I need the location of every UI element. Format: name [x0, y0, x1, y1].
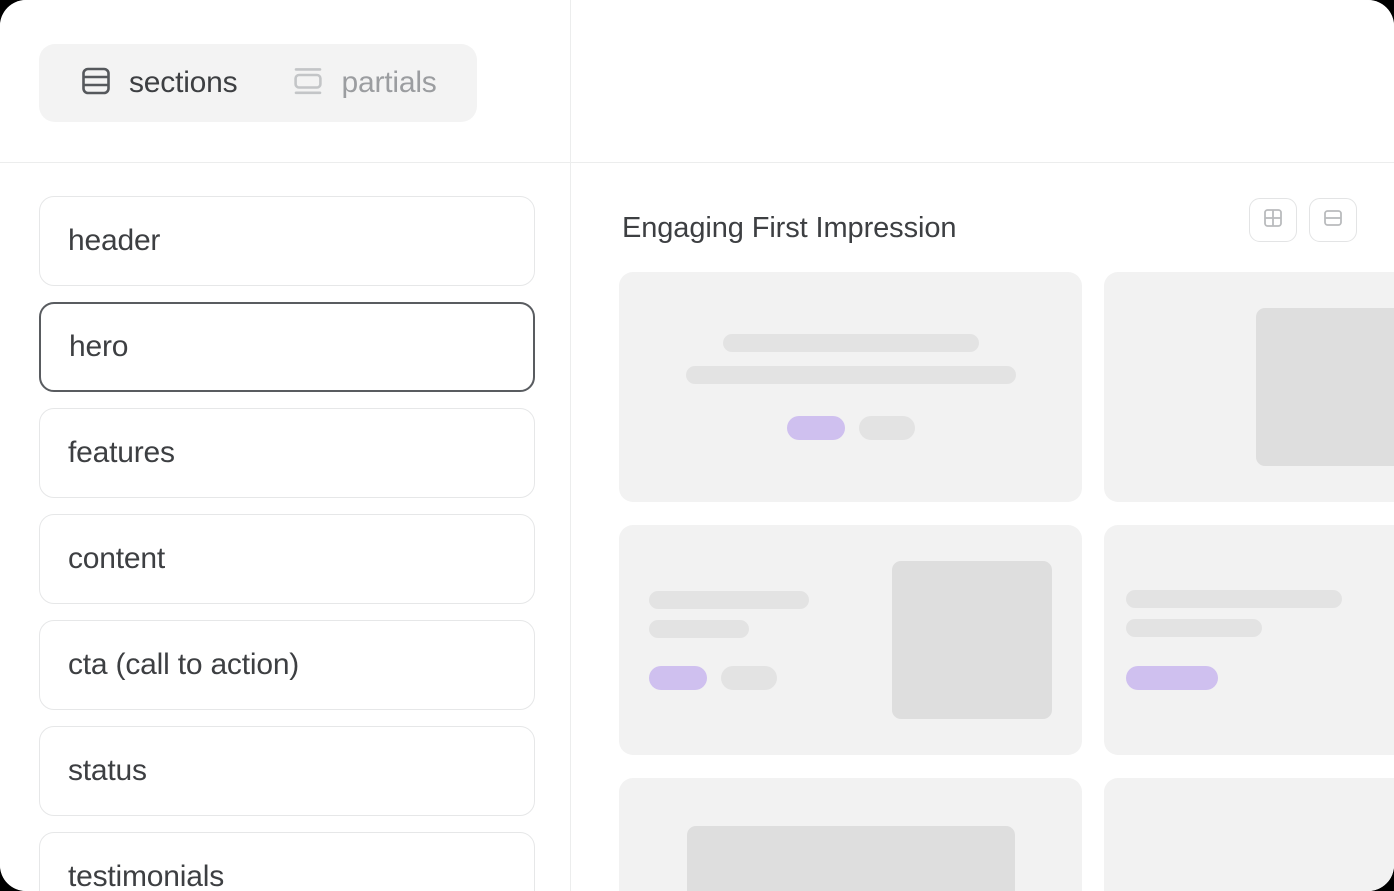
page-title: Engaging First Impression	[622, 211, 957, 244]
sidebar-item-content[interactable]: content	[39, 514, 535, 604]
main-panel: Engaging First Impression	[571, 164, 1394, 891]
skeleton-primary-button	[786, 416, 845, 440]
skeleton-image-placeholder	[1255, 308, 1394, 466]
sidebar-item-hero[interactable]: hero	[39, 302, 535, 392]
tab-partials[interactable]: partials	[277, 44, 450, 122]
grid-view-icon	[1261, 206, 1285, 235]
sidebar: header hero features content cta (call t…	[0, 164, 570, 891]
partials-frame-icon	[291, 64, 325, 103]
sidebar-item-header[interactable]: header	[39, 196, 535, 286]
skeleton-heading-bar	[722, 334, 979, 352]
skeleton-image-placeholder	[686, 826, 1015, 891]
sidebar-item-label: hero	[69, 330, 129, 363]
skeleton-subheading-bar	[649, 619, 749, 638]
sidebar-item-label: status	[68, 754, 147, 787]
rows-view-icon	[1321, 206, 1345, 235]
sidebar-item-label: testimonials	[68, 860, 224, 891]
sidebar-item-status[interactable]: status	[39, 726, 535, 816]
preview-card-image[interactable]	[1104, 272, 1394, 502]
skeleton-image-placeholder	[892, 561, 1052, 719]
tab-partials-label: partials	[341, 66, 437, 99]
skeleton-button-row	[649, 665, 777, 690]
preview-card-image-top[interactable]	[619, 778, 1082, 891]
preview-grid	[619, 272, 1394, 891]
rows-view-button[interactable]	[1309, 198, 1357, 242]
tab-sections-label: sections	[129, 66, 238, 99]
tab-group: sections partials	[39, 44, 477, 122]
skeleton-button-row	[1126, 666, 1218, 690]
grid-view-button[interactable]	[1249, 198, 1297, 242]
app-window: sections partials header hero features c…	[0, 0, 1394, 891]
skeleton-primary-button	[1126, 666, 1218, 690]
sidebar-item-label: header	[68, 224, 161, 257]
skeleton-subheading-bar	[685, 366, 1016, 384]
topbar: sections partials	[0, 0, 1394, 163]
skeleton-secondary-button	[721, 665, 777, 690]
sidebar-item-testimonials[interactable]: testimonials	[39, 832, 535, 891]
skeleton-button-row	[786, 416, 915, 440]
preview-card-bar[interactable]	[1104, 778, 1394, 891]
view-toggle-group	[1249, 198, 1357, 242]
preview-card-centered[interactable]	[619, 272, 1082, 502]
sidebar-item-label: features	[68, 436, 175, 469]
tab-sections[interactable]: sections	[65, 44, 251, 122]
skeleton-heading-bar	[649, 590, 809, 609]
skeleton-subheading-bar	[1126, 619, 1262, 637]
sidebar-item-label: content	[68, 542, 166, 575]
sections-rows-icon	[79, 64, 113, 103]
skeleton-secondary-button	[858, 416, 915, 440]
sidebar-item-features[interactable]: features	[39, 408, 535, 498]
preview-card-split[interactable]	[619, 525, 1082, 755]
sidebar-item-cta[interactable]: cta (call to action)	[39, 620, 535, 710]
skeleton-heading-bar	[1126, 590, 1342, 608]
skeleton-primary-button	[649, 665, 707, 690]
preview-card-left[interactable]	[1104, 525, 1394, 755]
section-list: header hero features content cta (call t…	[39, 196, 535, 891]
sidebar-item-label: cta (call to action)	[68, 648, 300, 681]
